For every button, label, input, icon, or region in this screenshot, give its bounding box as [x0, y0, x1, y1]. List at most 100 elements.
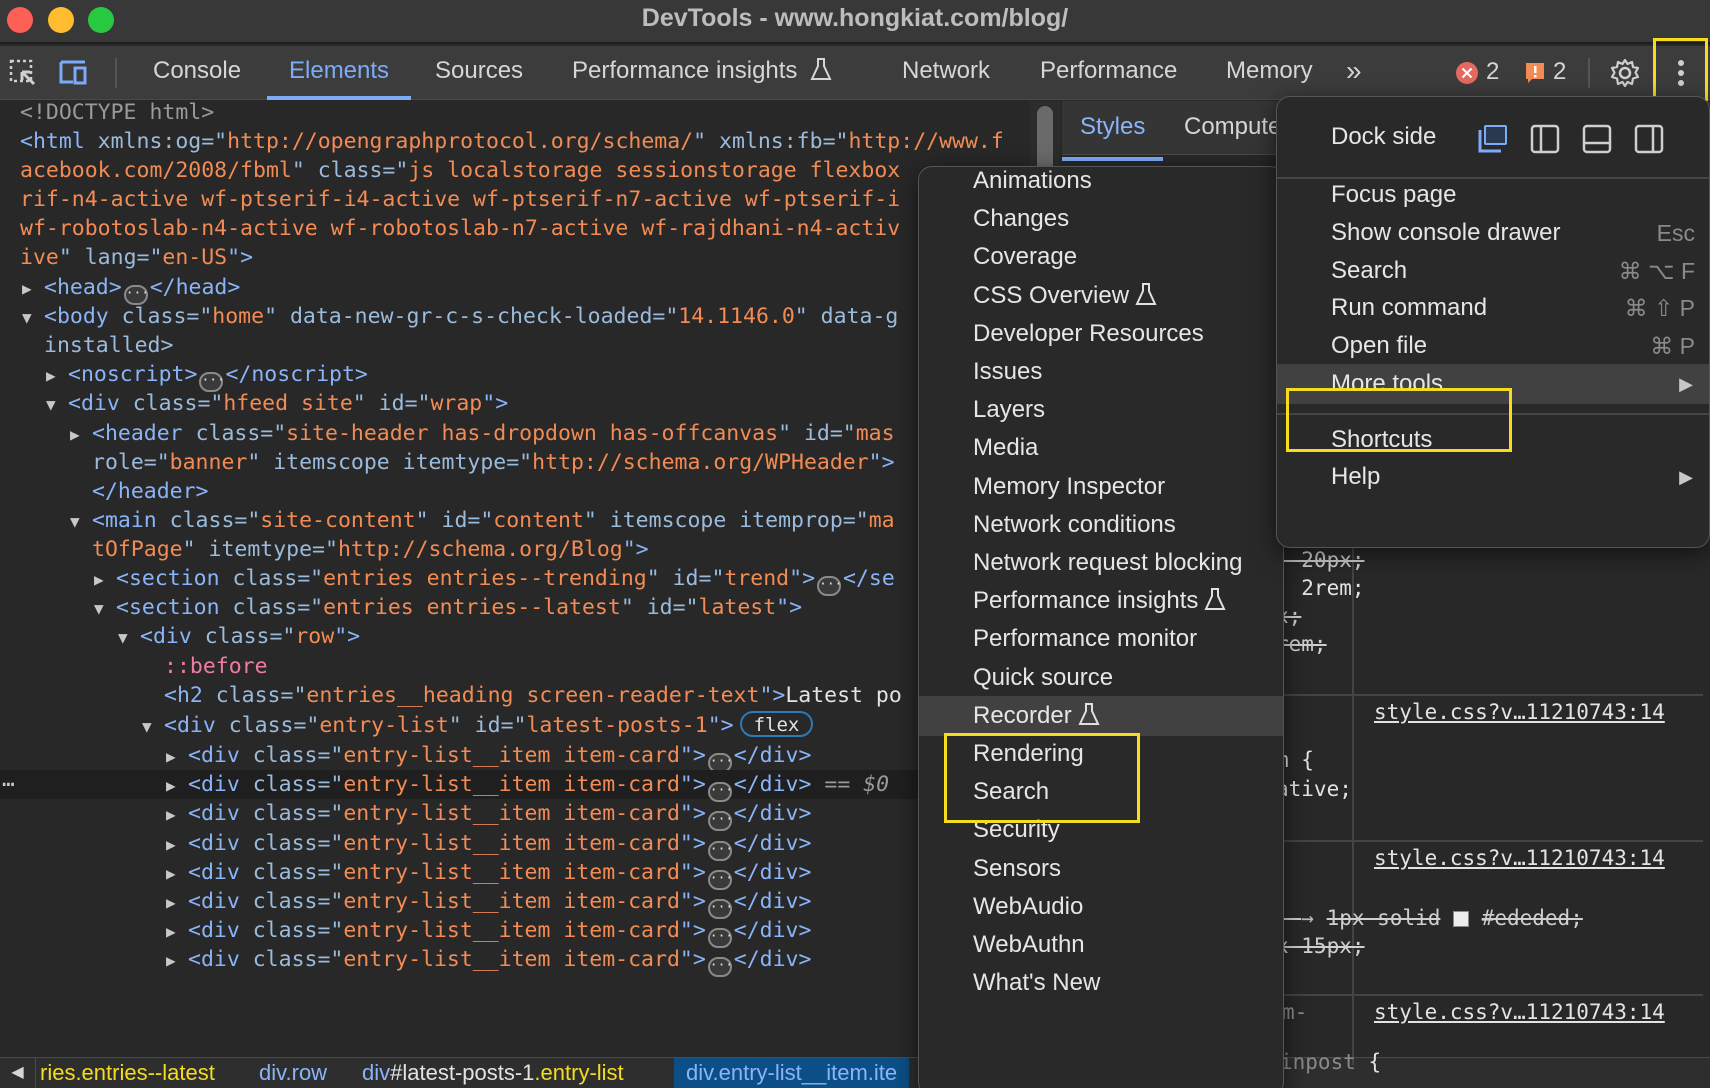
- error-icon[interactable]: [1454, 56, 1480, 90]
- entry-list-item-node[interactable]: ▶ <div class="entry-list__item item-card"…: [0, 945, 811, 978]
- expand-triangle-icon[interactable]: ▶: [94, 565, 116, 594]
- expand-triangle-icon[interactable]: ▶: [166, 859, 188, 888]
- entry-list-item-node[interactable]: ▶ <div class="entry-list__item item-card"…: [0, 829, 811, 861]
- html-node-cont[interactable]: rif-n4-active wf-ptserif-i4-active wf-pt…: [20, 185, 900, 214]
- header-close[interactable]: </header>: [92, 477, 209, 506]
- div-wrap-node[interactable]: ▼ <div class="hfeed site" id="wrap">: [46, 389, 508, 418]
- collapsed-ellipsis-icon[interactable]: ···: [817, 576, 843, 596]
- menu-item-show-console-drawer[interactable]: Show console drawer Esc: [1277, 213, 1709, 253]
- dock-bottom-icon[interactable]: [1579, 121, 1615, 157]
- entry-list-item-node[interactable]: ▶ <div class="entry-list__item item-card"…: [0, 858, 811, 890]
- css-selector[interactable]: m-: [1282, 1000, 1307, 1024]
- html-node-cont[interactable]: acebook.com/2008/fbml" class="js localst…: [20, 156, 900, 185]
- header-node-cont[interactable]: role="banner" itemscope itemtype="http:/…: [92, 448, 895, 477]
- breadcrumb-item[interactable]: ries.entries--latest: [40, 1058, 215, 1088]
- expand-triangle-icon[interactable]: ▶: [46, 361, 68, 390]
- more-tools-item-network-request-blocking[interactable]: Network request blocking: [919, 543, 1283, 583]
- css-selector[interactable]: inpost {: [1280, 1050, 1381, 1074]
- more-tools-item-developer-resources[interactable]: Developer Resources: [919, 314, 1283, 354]
- more-tools-item-coverage[interactable]: Coverage: [919, 237, 1283, 277]
- more-tools-item-animations[interactable]: Animations: [919, 161, 1283, 201]
- tab-console[interactable]: Console: [153, 46, 241, 100]
- collapse-triangle-icon[interactable]: ▼: [118, 623, 140, 652]
- flex-badge[interactable]: flex: [739, 711, 814, 737]
- css-source-link[interactable]: style.css?v…11210743:14: [1374, 846, 1665, 870]
- css-property[interactable]: : → 1px solid #ededed;: [1276, 906, 1583, 930]
- tab-styles[interactable]: Styles: [1061, 113, 1164, 161]
- more-tools-item-issues[interactable]: Issues: [919, 352, 1283, 392]
- body-node[interactable]: ▼ <body class="home" data-new-gr-c-s-chec…: [22, 302, 898, 331]
- more-tools-item-network-conditions[interactable]: Network conditions: [919, 505, 1283, 545]
- menu-item-search[interactable]: Search ⌘ ⌥ F: [1277, 251, 1709, 291]
- warning-icon[interactable]: [1522, 56, 1548, 90]
- expand-triangle-icon[interactable]: ▶: [166, 888, 188, 917]
- collapse-triangle-icon[interactable]: ▼: [46, 390, 68, 419]
- more-tools-item-what-s-new[interactable]: What's New: [919, 963, 1283, 1003]
- expand-arrow-icon[interactable]: →: [1301, 906, 1326, 930]
- tab-performance-insights[interactable]: Performance insights: [572, 46, 832, 100]
- undock-icon[interactable]: [1475, 121, 1511, 157]
- color-swatch[interactable]: [1453, 911, 1470, 927]
- collapsed-ellipsis-icon[interactable]: ···: [707, 957, 733, 978]
- select-element-icon[interactable]: [6, 56, 40, 90]
- breadcrumb-scroll-left-icon[interactable]: ◀: [0, 1058, 36, 1088]
- expand-triangle-icon[interactable]: ▶: [166, 742, 188, 771]
- entry-list-item-node[interactable]: ▶ <div class="entry-list__item item-card"…: [0, 741, 811, 773]
- breadcrumb-item[interactable]: div#latest-posts-1.entry-list: [362, 1058, 624, 1088]
- main-node-cont[interactable]: tOfPage" itemtype="http://schema.org/Blo…: [92, 535, 649, 564]
- html-node[interactable]: <html xmlns:og="http://opengraphprotocol…: [20, 127, 1004, 156]
- row-actions-icon[interactable]: ⋯: [2, 770, 15, 799]
- expand-triangle-icon[interactable]: ▶: [166, 830, 188, 859]
- more-tools-item-layers[interactable]: Layers: [919, 390, 1283, 430]
- more-tools-item-changes[interactable]: Changes: [919, 199, 1283, 239]
- entry-list-item-node[interactable]: ▶ <div class="entry-list__item item-card"…: [0, 887, 811, 919]
- doctype-line[interactable]: <!DOCTYPE html>: [20, 101, 214, 127]
- section-trending-node[interactable]: ▶ <section class="entries entries--trendi…: [94, 564, 895, 596]
- tab-memory[interactable]: Memory: [1226, 46, 1313, 100]
- more-tools-item-css-overview[interactable]: CSS Overview: [919, 276, 1283, 316]
- entry-list-item-node[interactable]: ⋯ ▶ <div class="entry-list__item item-card…: [0, 770, 920, 803]
- entry-list-item-node[interactable]: ▶ <div class="entry-list__item item-card"…: [0, 799, 811, 832]
- menu-item-help[interactable]: Help ▶: [1277, 457, 1709, 497]
- elements-dom-tree[interactable]: <!DOCTYPE html> <html xmlns:og="http://o…: [0, 101, 1040, 1057]
- css-source-link[interactable]: style.css?v…11210743:14: [1374, 1000, 1665, 1024]
- gear-icon[interactable]: [1608, 56, 1642, 90]
- more-tools-item-performance-insights[interactable]: Performance insights: [919, 581, 1283, 621]
- css-property[interactable]: x 15px;: [1276, 934, 1365, 958]
- dock-left-icon[interactable]: [1527, 121, 1563, 157]
- tab-sources[interactable]: Sources: [435, 46, 523, 100]
- menu-item-more-tools[interactable]: More tools ▶: [1277, 364, 1709, 404]
- collapse-triangle-icon[interactable]: ▼: [142, 712, 164, 741]
- collapse-triangle-icon[interactable]: ▼: [70, 507, 92, 536]
- breadcrumb-item[interactable]: div.row: [259, 1058, 327, 1088]
- more-tools-item-security[interactable]: Security: [919, 810, 1283, 850]
- expand-triangle-icon[interactable]: ▶: [70, 420, 92, 449]
- more-tools-item-webauthn[interactable]: WebAuthn: [919, 925, 1283, 965]
- more-tools-item-webaudio[interactable]: WebAudio: [919, 887, 1283, 927]
- tab-computed[interactable]: Compute: [1184, 113, 1281, 141]
- div-row-node[interactable]: ▼ <div class="row">: [118, 622, 360, 651]
- noscript-node[interactable]: ▶ <noscript> ···</noscript>: [46, 360, 368, 392]
- menu-item-open-file[interactable]: Open file ⌘ P: [1277, 326, 1709, 366]
- entry-list-node[interactable]: ▼ <div class="entry-list" id="latest-post…: [142, 711, 814, 741]
- expand-triangle-icon[interactable]: ▶: [166, 946, 188, 975]
- more-tools-item-quick-source[interactable]: Quick source: [919, 658, 1283, 698]
- css-property[interactable]: - 20px;: [1276, 548, 1365, 572]
- pseudo-before-node[interactable]: ::before: [164, 652, 268, 681]
- expand-triangle-icon[interactable]: ▶: [22, 274, 44, 303]
- error-count[interactable]: 2: [1486, 58, 1499, 86]
- device-toolbar-icon[interactable]: [56, 56, 90, 90]
- tab-elements[interactable]: Elements: [266, 46, 412, 100]
- tab-performance[interactable]: Performance: [1040, 46, 1177, 100]
- breadcrumb-item-active[interactable]: div.entry-list__item.ite: [674, 1058, 910, 1088]
- more-tools-item-recorder[interactable]: Recorder: [919, 695, 1283, 736]
- header-node[interactable]: ▶ <header class="site-header has-dropdown…: [70, 419, 895, 448]
- collapse-triangle-icon[interactable]: ▼: [94, 594, 116, 623]
- html-node-cont[interactable]: ive" lang="en-US">: [20, 243, 253, 272]
- section-latest-node[interactable]: ▼ <section class="entries entries--latest…: [94, 593, 802, 622]
- more-tools-item-sensors[interactable]: Sensors: [919, 849, 1283, 889]
- css-property[interactable]: : 2rem;: [1276, 576, 1365, 600]
- warning-count[interactable]: 2: [1553, 58, 1566, 86]
- body-node-cont[interactable]: installed>: [44, 331, 173, 360]
- more-tools-item-performance-monitor[interactable]: Performance monitor: [919, 619, 1283, 659]
